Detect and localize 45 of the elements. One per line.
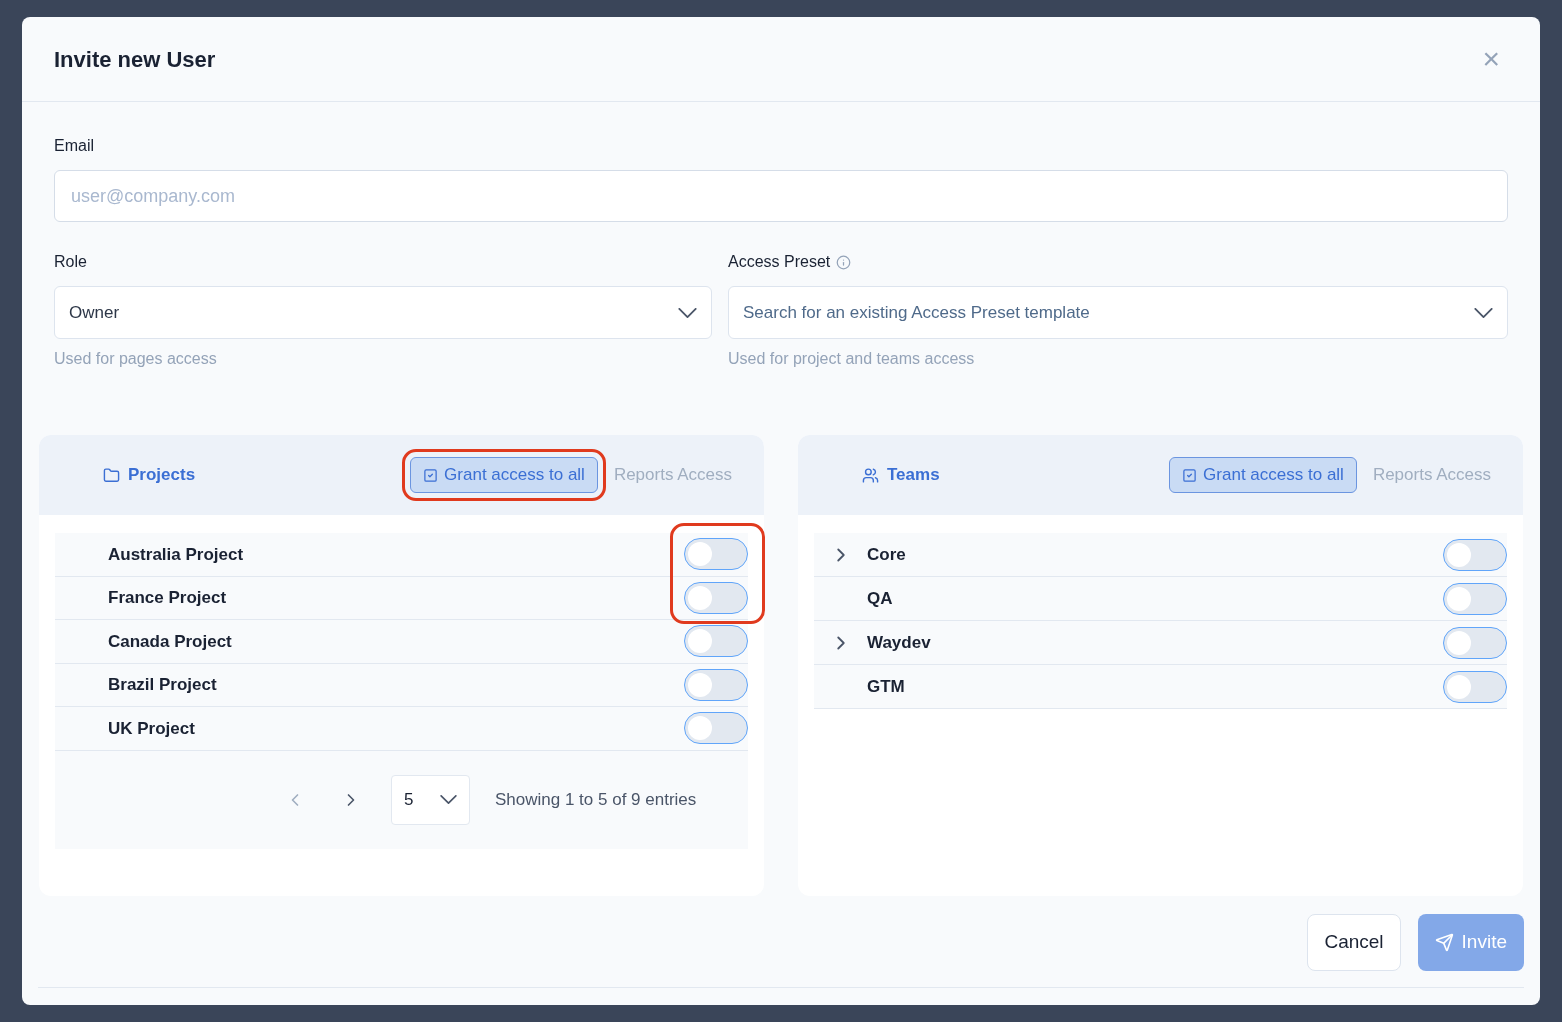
cancel-button[interactable]: Cancel — [1307, 914, 1401, 971]
project-name: Brazil Project — [108, 674, 217, 696]
team-name: Core — [867, 543, 906, 566]
team-name: QA — [867, 587, 893, 610]
toggle-switch[interactable] — [1443, 626, 1507, 659]
dialog-title: Invite new User — [54, 45, 216, 74]
toggle-switch[interactable] — [1443, 538, 1507, 571]
grant-access-button[interactable]: Grant access to all — [410, 457, 598, 493]
reports-access-label: Reports Access — [1372, 464, 1491, 487]
panel-title: Projects — [128, 464, 196, 487]
grant-access-button[interactable]: Grant access to all — [1169, 457, 1357, 493]
project-name: France Project — [108, 587, 227, 609]
toggle-switch[interactable] — [684, 625, 748, 658]
toggle-switch[interactable] — [1443, 670, 1507, 703]
reports-access-label: Reports Access — [613, 464, 732, 487]
entries-summary: Showing 1 to 5 of 9 entries — [495, 788, 697, 811]
access-preset-select[interactable]: Search for an existing Access Preset template — [728, 286, 1508, 339]
toggle-switch[interactable] — [684, 668, 748, 701]
chevron-down-icon — [440, 795, 457, 804]
helper-text: Used for pages access — [54, 349, 218, 369]
field-label: Email — [54, 136, 95, 156]
project-name: UK Project — [108, 717, 195, 740]
chevron-down-icon — [678, 307, 697, 318]
page-size-select[interactable]: 5 — [391, 774, 470, 825]
toggle-switch[interactable] — [1443, 582, 1507, 615]
checkbox-icon — [1182, 467, 1198, 483]
users-icon — [862, 466, 879, 484]
info-icon — [836, 254, 852, 270]
field-label: Access Preset — [728, 252, 831, 272]
toggle-switch[interactable] — [684, 712, 748, 745]
team-name: Waydev — [867, 631, 931, 654]
toggle-switch[interactable] — [684, 581, 748, 614]
panel-title: Teams — [887, 464, 940, 487]
email-field[interactable]: user@company.com — [54, 170, 1508, 222]
helper-text: Used for project and teams access — [728, 349, 976, 369]
team-name: GTM — [867, 675, 905, 698]
folder-icon — [103, 466, 120, 484]
field-label: Role — [54, 252, 88, 272]
chevron-down-icon — [1474, 307, 1493, 318]
toggle-switch[interactable] — [684, 538, 748, 571]
project-name: Australia Project — [108, 543, 244, 566]
send-icon — [1434, 933, 1454, 952]
project-name: Canada Project — [108, 630, 232, 653]
role-select[interactable]: Owner — [54, 286, 712, 339]
checkbox-icon — [423, 467, 439, 483]
